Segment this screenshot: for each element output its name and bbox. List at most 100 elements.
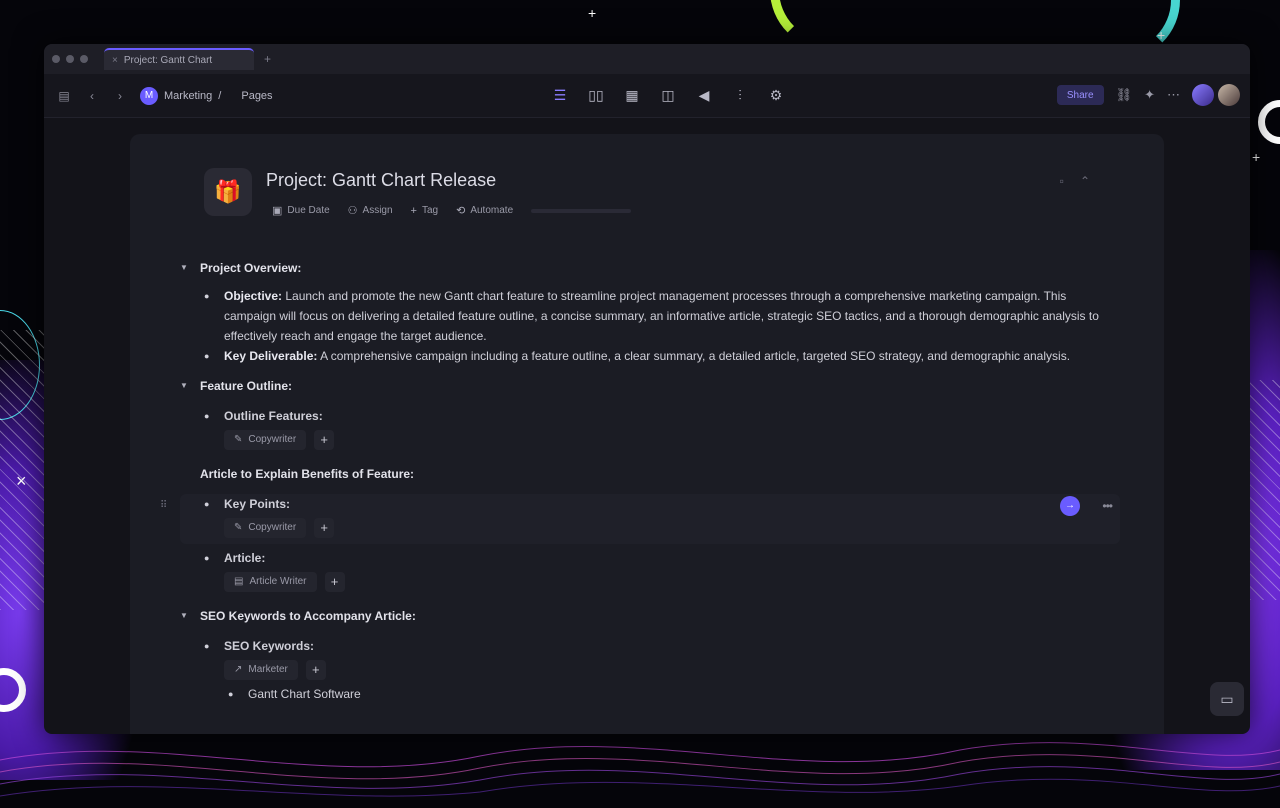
- board-view-icon[interactable]: ▯▯: [586, 84, 606, 106]
- breadcrumb-page[interactable]: Pages: [241, 90, 272, 102]
- megaphone-icon[interactable]: ◀: [694, 84, 714, 106]
- list-item[interactable]: ● Key Deliverable: A comprehensive campa…: [180, 346, 1120, 366]
- window-close-dot[interactable]: [52, 55, 60, 63]
- sparkle-icon: +: [1252, 149, 1261, 165]
- table-view-icon[interactable]: ▦: [622, 84, 642, 106]
- deliverable-body: A comprehensive campaign including a fea…: [317, 349, 1071, 363]
- bullet-icon: ●: [204, 553, 210, 563]
- green-arc-decoration: [770, 0, 890, 50]
- copywriter-chip[interactable]: ✎ Copywriter: [224, 518, 307, 538]
- progress-bar: [531, 208, 632, 213]
- window-maximize-dot[interactable]: [80, 55, 88, 63]
- due-date-button[interactable]: ▣ Due Date: [272, 204, 330, 217]
- chip-label: Copywriter: [248, 522, 297, 533]
- bullet-icon: ●: [204, 411, 210, 421]
- row-more-icon[interactable]: •••: [1102, 496, 1113, 516]
- chip-label: Copywriter: [248, 434, 297, 445]
- section-project-overview[interactable]: ▼ Project Overview:: [180, 258, 1120, 278]
- close-icon[interactable]: ×: [112, 55, 118, 66]
- list-item[interactable]: ● Article:: [180, 548, 1120, 568]
- pencil-icon: ✎: [234, 434, 243, 445]
- white-ring-decoration: [1258, 100, 1280, 144]
- person-icon: ⚇: [347, 205, 358, 217]
- objective-text: Objective: Launch and promote the new Ga…: [224, 286, 1120, 346]
- share-button[interactable]: Share: [1056, 85, 1104, 105]
- assign-button[interactable]: ⚇ Assign: [348, 204, 393, 217]
- automate-label: Automate: [470, 205, 514, 216]
- browser-tabbar: × Project: Gantt Chart +: [44, 44, 1250, 74]
- sidebar-toggle-icon[interactable]: ▤: [56, 89, 72, 103]
- link-icon[interactable]: ⛓: [1116, 87, 1133, 103]
- chat-icon[interactable]: ▭: [1210, 682, 1244, 716]
- section-article[interactable]: Article to Explain Benefits of Feature:: [180, 464, 1120, 484]
- back-icon[interactable]: ‹: [84, 89, 100, 103]
- list-item[interactable]: ● SEO Keywords:: [180, 636, 1120, 656]
- add-agent-button[interactable]: +: [305, 660, 326, 680]
- settings-view-icon[interactable]: ⚙: [766, 84, 786, 106]
- add-agent-button[interactable]: +: [314, 430, 335, 450]
- pencil-icon: ✎: [234, 522, 243, 533]
- collapse-icon[interactable]: ⌃: [1080, 174, 1090, 188]
- more-icon[interactable]: ⋯: [1167, 87, 1180, 103]
- bullet-icon: ●: [228, 689, 234, 699]
- run-arrow-button[interactable]: →: [1060, 496, 1080, 516]
- bullet-icon: ●: [204, 291, 210, 301]
- bullet-icon: ●: [204, 499, 210, 509]
- add-agent-button[interactable]: +: [314, 518, 335, 538]
- automate-icon: ⟲: [456, 205, 466, 217]
- add-agent-button[interactable]: +: [324, 572, 345, 592]
- collapse-caret-icon[interactable]: ▼: [180, 606, 190, 626]
- forward-icon[interactable]: ›: [112, 89, 128, 103]
- page-actions: ▣ Due Date ⚇ Assign + Tag ⟲ Automate: [272, 204, 632, 217]
- list-item[interactable]: ● Key Points:: [180, 494, 1120, 514]
- collaborator-avatar[interactable]: [1192, 84, 1214, 106]
- settings-icon[interactable]: ✦: [1144, 87, 1155, 103]
- drag-handle-icon[interactable]: ⠿: [160, 496, 167, 516]
- bullet-icon: ●: [204, 351, 210, 361]
- agent-chips: ✎ Copywriter +: [180, 430, 1120, 450]
- breadcrumb: M Marketing / Pages: [140, 86, 273, 105]
- objective-label: Objective:: [224, 289, 283, 303]
- plus-icon: +: [410, 204, 417, 217]
- seo-keywords-label: SEO Keywords:: [224, 639, 315, 653]
- chip-label: Marketer: [248, 664, 288, 675]
- sparkle-icon: +: [1157, 27, 1166, 43]
- chart-view-icon[interactable]: ⫶: [730, 84, 750, 106]
- collapse-caret-icon[interactable]: ▼: [180, 258, 190, 278]
- page-title[interactable]: Project: Gantt Chart Release: [266, 170, 496, 191]
- collapse-caret-icon[interactable]: ▼: [180, 376, 190, 396]
- document-content: ▼ Project Overview: ● Objective: Launch …: [160, 258, 1120, 704]
- doc-view-icon[interactable]: ☰: [550, 84, 570, 106]
- hovered-row[interactable]: ⠿ ● Key Points: ✎ Copywriter + → •••: [160, 494, 1120, 544]
- list-item[interactable]: ● Objective: Launch and promote the new …: [180, 286, 1120, 346]
- article-writer-chip[interactable]: ▤ Article Writer: [224, 572, 317, 592]
- new-tab-button[interactable]: +: [264, 52, 271, 66]
- deliverable-label: Key Deliverable:: [224, 349, 318, 363]
- workspace-avatar[interactable]: M: [140, 86, 158, 105]
- breadcrumb-workspace[interactable]: Marketing: [164, 90, 212, 102]
- calendar-icon: ▣: [272, 205, 283, 217]
- section-heading: Project Overview:: [200, 261, 302, 275]
- section-heading: Feature Outline:: [200, 379, 293, 393]
- sparkle-icon: +: [588, 5, 597, 21]
- keyword-item[interactable]: ● Gantt Chart Software: [180, 684, 1120, 704]
- user-avatar[interactable]: [1218, 84, 1240, 106]
- chip-label: Article Writer: [249, 576, 307, 587]
- section-seo[interactable]: ▼ SEO Keywords to Accompany Article:: [180, 606, 1120, 626]
- deliverable-text: Key Deliverable: A comprehensive campaig…: [224, 346, 1070, 366]
- tab-title: Project: Gantt Chart: [123, 54, 213, 66]
- gantt-view-icon[interactable]: ◫: [658, 84, 678, 106]
- comment-icon[interactable]: ▫: [1060, 174, 1064, 188]
- window-minimize-dot[interactable]: [66, 55, 74, 63]
- page-icon[interactable]: 🎁: [204, 168, 252, 216]
- assign-label: Assign: [362, 205, 393, 216]
- list-item[interactable]: ● Outline Features:: [180, 406, 1120, 426]
- automate-button[interactable]: ⟲ Automate: [456, 204, 513, 217]
- browser-tab[interactable]: × Project: Gantt Chart: [104, 48, 254, 70]
- section-feature-outline[interactable]: ▼ Feature Outline:: [180, 376, 1120, 396]
- key-points-label: Key Points:: [224, 497, 291, 511]
- marketer-chip[interactable]: ↗ Marketer: [224, 660, 298, 680]
- copywriter-chip[interactable]: ✎ Copywriter: [224, 430, 307, 450]
- tag-button[interactable]: + Tag: [411, 205, 439, 217]
- article-label: Article:: [224, 551, 266, 565]
